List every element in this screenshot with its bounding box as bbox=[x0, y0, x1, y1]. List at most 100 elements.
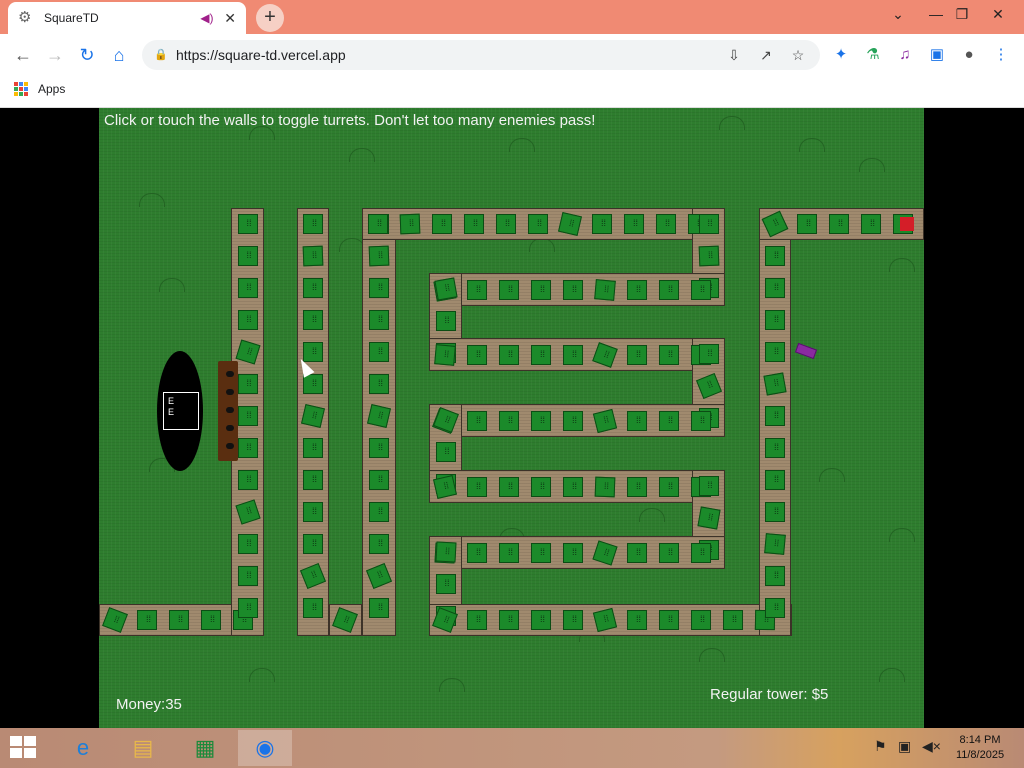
turret[interactable]: ⁞⁞ bbox=[467, 410, 487, 431]
close-window-button[interactable]: ✕ bbox=[984, 4, 1012, 26]
turret[interactable]: ⁞⁞ bbox=[433, 277, 458, 301]
turret[interactable]: ⁞⁞ bbox=[723, 610, 743, 630]
apps-shortcut[interactable]: Apps bbox=[14, 82, 65, 96]
turret[interactable]: ⁞⁞ bbox=[399, 213, 421, 235]
turret[interactable]: ⁞⁞ bbox=[531, 344, 551, 365]
install-app-icon[interactable]: ⇩ bbox=[724, 45, 744, 65]
turret[interactable]: ⁞⁞ bbox=[499, 344, 519, 365]
turret[interactable]: ⁞⁞ bbox=[434, 541, 457, 563]
turret[interactable]: ⁞⁞ bbox=[627, 542, 647, 563]
turret[interactable]: ⁞⁞ bbox=[368, 214, 388, 234]
turret[interactable]: ⁞⁞ bbox=[467, 476, 487, 497]
turret[interactable]: ⁞⁞ bbox=[627, 476, 647, 497]
turret[interactable]: ⁞⁞ bbox=[433, 474, 457, 499]
turret[interactable]: ⁞⁞ bbox=[435, 442, 456, 462]
turret[interactable]: ⁞⁞ bbox=[659, 344, 679, 365]
turret[interactable]: ⁞⁞ bbox=[499, 542, 519, 563]
flag-icon[interactable]: ⚑ bbox=[874, 738, 887, 755]
turret[interactable]: ⁞⁞ bbox=[698, 214, 719, 234]
minimize-button[interactable]: — bbox=[922, 4, 950, 26]
turret[interactable]: ⁞⁞ bbox=[763, 372, 787, 396]
turret[interactable]: ⁞⁞ bbox=[861, 214, 881, 234]
turret[interactable]: ⁞⁞ bbox=[303, 310, 323, 330]
turret[interactable]: ⁞⁞ bbox=[698, 476, 719, 496]
turret[interactable]: ⁞⁞ bbox=[369, 470, 389, 490]
turret[interactable]: ⁞⁞ bbox=[368, 245, 390, 267]
close-tab-icon[interactable]: ✕ bbox=[224, 10, 236, 27]
turret[interactable]: ⁞⁞ bbox=[691, 410, 711, 431]
side-panel-icon[interactable]: ▣ bbox=[926, 44, 948, 66]
turret[interactable]: ⁞⁞ bbox=[659, 279, 679, 300]
media-control-icon[interactable]: ♫ bbox=[894, 44, 916, 66]
turret[interactable]: ⁞⁞ bbox=[765, 246, 785, 266]
back-button[interactable]: ← bbox=[10, 42, 36, 68]
turret[interactable]: ⁞⁞ bbox=[499, 610, 519, 630]
forward-button[interactable]: → bbox=[42, 42, 68, 68]
turret[interactable]: ⁞⁞ bbox=[303, 598, 323, 618]
turret[interactable]: ⁞⁞ bbox=[237, 214, 258, 234]
turret[interactable]: ⁞⁞ bbox=[698, 245, 719, 267]
turret[interactable]: ⁞⁞ bbox=[659, 476, 679, 497]
turret[interactable]: ⁞⁞ bbox=[528, 214, 548, 234]
internet-explorer-icon[interactable]: e bbox=[56, 730, 110, 766]
turret[interactable]: ⁞⁞ bbox=[765, 502, 785, 522]
turret[interactable]: ⁞⁞ bbox=[531, 476, 551, 497]
turret[interactable]: ⁞⁞ bbox=[467, 344, 487, 365]
profile-avatar-icon[interactable]: ● bbox=[958, 44, 980, 66]
game-canvas[interactable]: ⁞⁞ ⁞⁞ ⁞⁞ ⁞⁞ ⁞⁞ ⁞⁞ ⁞⁞ ⁞⁞ ⁞⁞ ⁞⁞ ⁞⁞ ⁞⁞ ⁞⁞ ⁞⁞ ⁞⁞ ⁞⁞ ⁞⁞ ⁞⁞ ⁞⁞ ⁞⁞… bbox=[99, 108, 924, 728]
restore-button[interactable]: ❐ bbox=[948, 4, 976, 26]
chrome-taskbar-icon[interactable]: ◉ bbox=[238, 730, 292, 766]
turret[interactable]: ⁞⁞ bbox=[499, 410, 519, 431]
turret[interactable]: ⁞⁞ bbox=[237, 438, 258, 458]
turret[interactable]: ⁞⁞ bbox=[303, 438, 323, 458]
turret[interactable]: ⁞⁞ bbox=[302, 245, 324, 267]
turret[interactable]: ⁞⁞ bbox=[369, 374, 389, 394]
turret[interactable]: ⁞⁞ bbox=[435, 574, 456, 594]
turret[interactable]: ⁞⁞ bbox=[435, 311, 456, 331]
turret[interactable]: ⁞⁞ bbox=[169, 610, 189, 630]
turret[interactable]: ⁞⁞ bbox=[369, 502, 389, 522]
turret[interactable]: ⁞⁞ bbox=[237, 374, 258, 394]
turret[interactable]: ⁞⁞ bbox=[765, 438, 785, 458]
new-tab-button[interactable]: + bbox=[256, 4, 284, 32]
turret[interactable]: ⁞⁞ bbox=[765, 470, 785, 490]
turret[interactable]: ⁞⁞ bbox=[659, 410, 679, 431]
menu-kebab-icon[interactable]: ⋮ bbox=[990, 44, 1012, 66]
turret[interactable]: ⁞⁞ bbox=[464, 214, 484, 234]
turret[interactable]: ⁞⁞ bbox=[594, 476, 616, 497]
turret[interactable]: ⁞⁞ bbox=[765, 310, 785, 330]
turret[interactable]: ⁞⁞ bbox=[369, 534, 389, 554]
address-bar[interactable]: 🔒 https://square-td.vercel.app ⇩ ↗ ☆ bbox=[142, 40, 820, 70]
turret[interactable]: ⁞⁞ bbox=[303, 374, 323, 394]
turret[interactable]: ⁞⁞ bbox=[303, 470, 323, 490]
tab-squaretd[interactable]: ⚙ SquareTD ◀) ✕ bbox=[8, 2, 246, 34]
turret[interactable]: ⁞⁞ bbox=[499, 476, 519, 497]
turret[interactable]: ⁞⁞ bbox=[765, 598, 785, 618]
turret[interactable]: ⁞⁞ bbox=[137, 610, 157, 630]
turret[interactable]: ⁞⁞ bbox=[696, 506, 721, 530]
turret[interactable]: ⁞⁞ bbox=[627, 279, 647, 300]
turret[interactable]: ⁞⁞ bbox=[237, 246, 258, 266]
turret[interactable]: ⁞⁞ bbox=[563, 476, 583, 497]
extension-flask-icon[interactable]: ⚗ bbox=[862, 44, 884, 66]
turret[interactable]: ⁞⁞ bbox=[369, 342, 389, 362]
turret[interactable]: ⁞⁞ bbox=[237, 470, 258, 490]
turret[interactable]: ⁞⁞ bbox=[499, 279, 519, 300]
turret[interactable]: ⁞⁞ bbox=[237, 310, 258, 330]
turret[interactable]: ⁞⁞ bbox=[691, 279, 711, 300]
turret[interactable]: ⁞⁞ bbox=[237, 406, 258, 426]
turret[interactable]: ⁞⁞ bbox=[624, 214, 644, 234]
turret[interactable]: ⁞⁞ bbox=[369, 438, 389, 458]
turret[interactable]: ⁞⁞ bbox=[531, 542, 551, 563]
bookmark-icon[interactable]: ☆ bbox=[788, 45, 808, 65]
turret[interactable]: ⁞⁞ bbox=[691, 610, 711, 630]
turret[interactable]: ⁞⁞ bbox=[531, 610, 551, 630]
turret[interactable]: ⁞⁞ bbox=[531, 410, 551, 431]
turret[interactable]: ⁞⁞ bbox=[563, 279, 583, 300]
turret[interactable]: ⁞⁞ bbox=[563, 610, 583, 630]
store-icon[interactable]: ▦ bbox=[178, 730, 232, 766]
turret[interactable]: ⁞⁞ bbox=[237, 598, 258, 618]
turret[interactable]: ⁞⁞ bbox=[765, 342, 785, 362]
turret[interactable]: ⁞⁞ bbox=[237, 566, 258, 586]
turret[interactable]: ⁞⁞ bbox=[303, 214, 323, 234]
